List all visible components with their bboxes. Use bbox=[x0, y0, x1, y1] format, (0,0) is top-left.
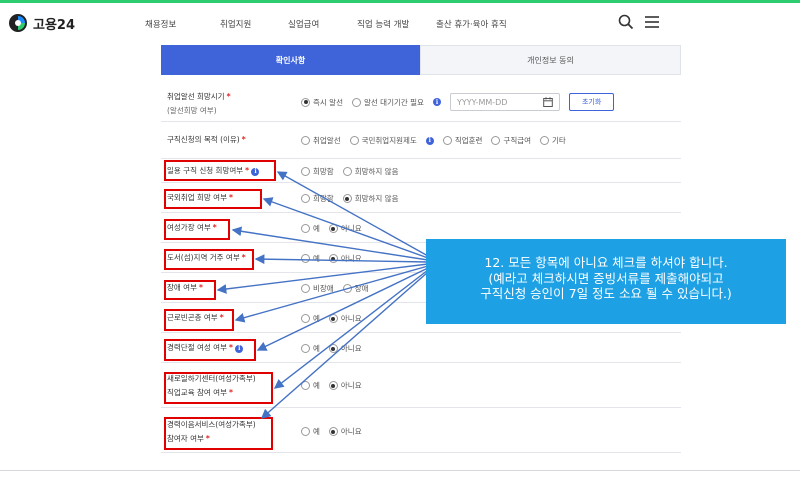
callout-line-1: 12. 모든 항목에 아니요 체크를 하셔야 합니다. bbox=[484, 255, 728, 270]
footer-divider bbox=[0, 470, 800, 471]
callout-line-2: (예라고 체크하시면 증빙서류를 제출해야되고 bbox=[488, 270, 724, 286]
callout-line-3: 구직신청 승인이 7일 정도 소요 될 수 있습니다.) bbox=[480, 286, 732, 301]
instruction-callout: 12. 모든 항목에 아니요 체크를 하셔야 합니다. (예라고 체크하시면 증… bbox=[426, 239, 786, 324]
